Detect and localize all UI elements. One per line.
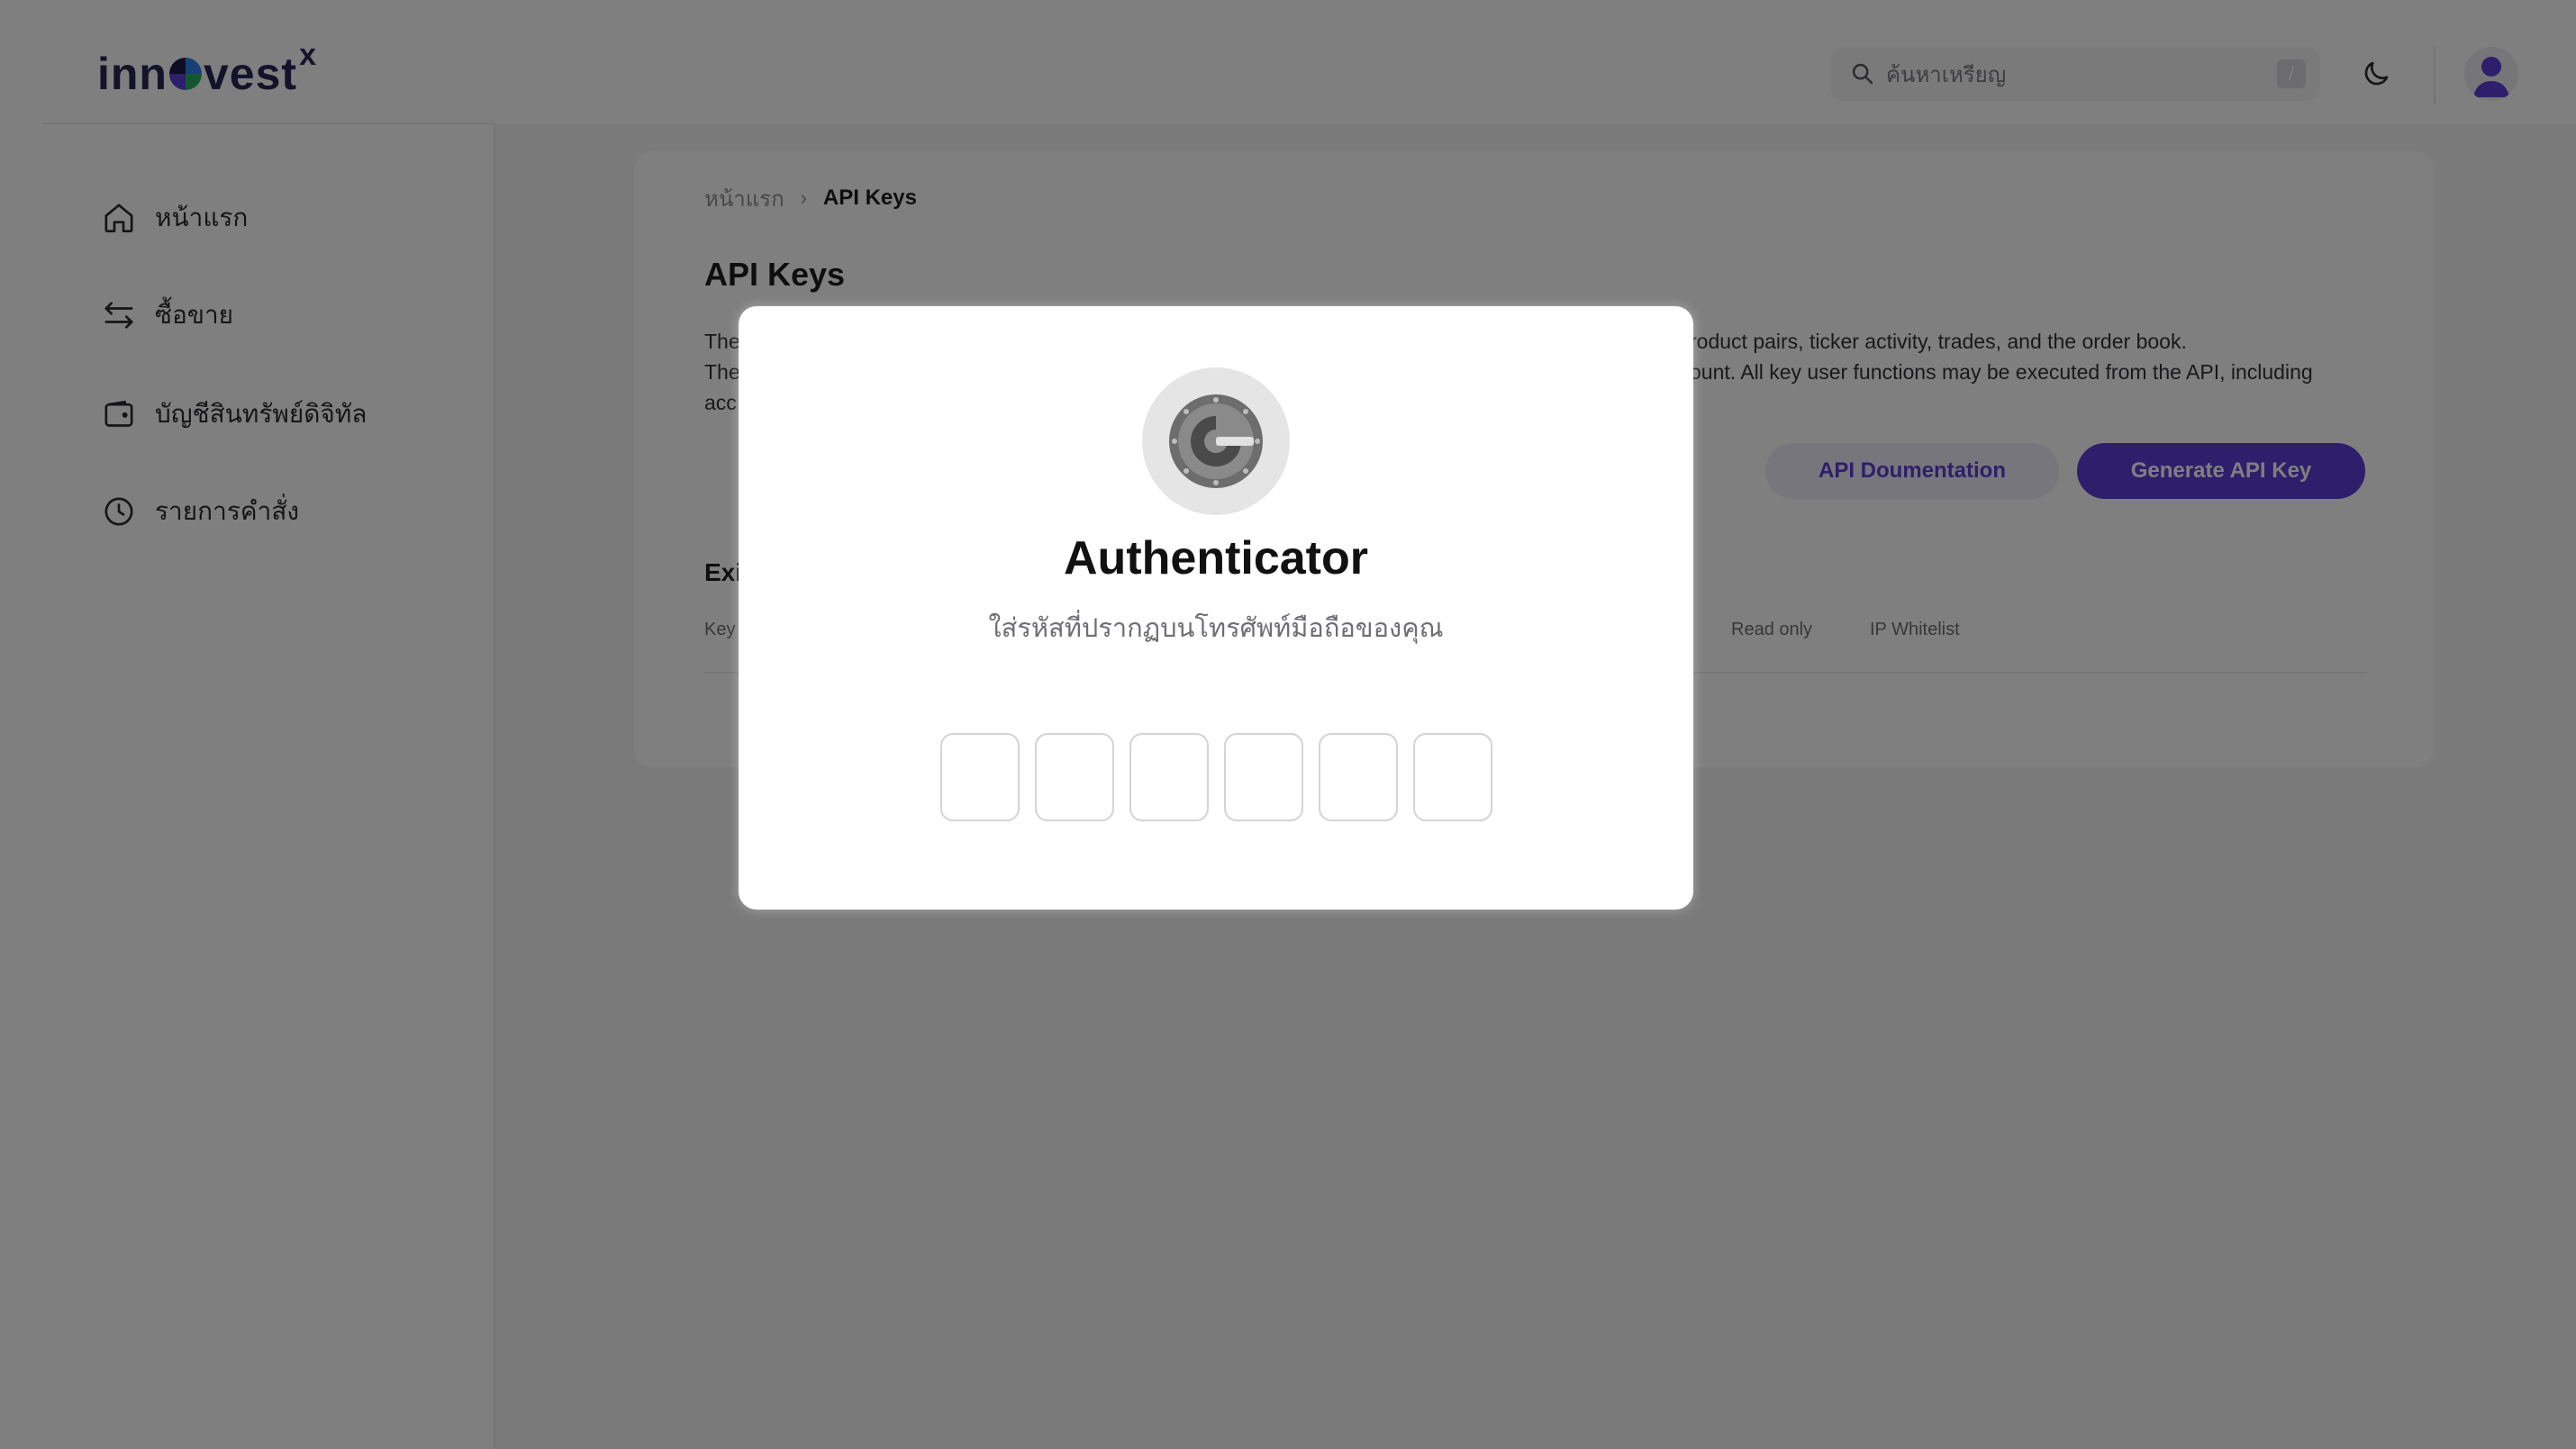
authenticator-modal: Authenticator ใส่รหัสที่ปรากฏบนโทรศัพท์ม…	[739, 306, 1693, 910]
otp-digit-input[interactable]	[940, 733, 1020, 821]
modal-title: Authenticator	[1064, 532, 1368, 584]
otp-digit-input[interactable]	[1035, 733, 1114, 821]
otp-digit-input[interactable]	[1224, 733, 1303, 821]
authenticator-lock-icon	[1169, 394, 1263, 488]
otp-digit-input[interactable]	[1129, 733, 1209, 821]
otp-input-group	[940, 733, 1493, 821]
modal-subtitle: ใส่รหัสที่ปรากฏบนโทรศัพท์มือถือของคุณ	[988, 612, 1444, 643]
google-authenticator-icon	[1142, 367, 1290, 515]
app-root: innvest x / หน้าแรก	[0, 0, 2576, 1449]
otp-digit-input[interactable]	[1319, 733, 1398, 821]
otp-digit-input[interactable]	[1413, 733, 1492, 821]
